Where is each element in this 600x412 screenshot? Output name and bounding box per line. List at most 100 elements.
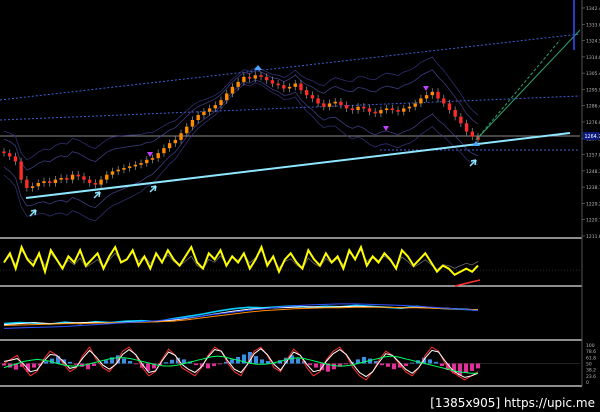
candle-body — [190, 120, 195, 127]
hist-bar — [253, 356, 259, 364]
candle-body — [299, 83, 303, 91]
candle-body — [30, 186, 35, 188]
candle-body — [59, 178, 63, 180]
candle-body — [87, 179, 92, 183]
candle-body — [122, 168, 126, 170]
candle-body — [219, 100, 223, 106]
candle-body — [99, 179, 103, 185]
candle-body — [247, 76, 252, 79]
candle-body — [322, 103, 326, 107]
hist-bar — [1, 363, 7, 366]
candle-body — [310, 95, 315, 99]
hist-bar — [463, 363, 469, 373]
candle-body — [253, 75, 257, 79]
hist-bar — [259, 359, 265, 364]
hist-bar — [307, 363, 313, 366]
candle-body — [53, 179, 58, 183]
candle-body — [105, 174, 109, 180]
hist-bar — [265, 361, 271, 364]
candle-body — [76, 174, 80, 177]
candle-body — [145, 159, 149, 164]
candle-body — [139, 163, 143, 165]
candle-body — [407, 106, 412, 109]
price-tick-label: 1276.8 — [586, 120, 600, 126]
candle-body — [293, 83, 297, 87]
hist-bar — [193, 363, 199, 366]
candle-body — [167, 143, 172, 149]
candle-body — [65, 178, 69, 180]
candle-body — [459, 116, 463, 124]
candle-body — [230, 86, 235, 94]
hist-bar — [205, 363, 211, 369]
hist-bar — [295, 358, 301, 364]
candle-body — [173, 139, 178, 144]
hist-bar — [121, 358, 127, 364]
price-tick-label: 1211.6 — [586, 234, 600, 240]
price-tick-label: 1286.4 — [586, 104, 600, 110]
hist-bar — [67, 361, 73, 364]
candle-body — [344, 105, 349, 109]
price-tick-label: 1314.0 — [586, 55, 600, 61]
candle-body — [402, 108, 406, 112]
candle-body — [133, 164, 138, 167]
candle-body — [19, 161, 23, 180]
candle-body — [424, 95, 429, 99]
hist-tick-label: 78.6 — [586, 349, 596, 355]
candle-body — [373, 111, 377, 114]
candle-body — [225, 93, 229, 101]
candle-body — [110, 171, 115, 175]
hist-bar — [343, 363, 349, 365]
hist-bar — [433, 361, 439, 364]
candle-body — [419, 98, 423, 104]
price-tick-label: 1305.4 — [586, 71, 600, 77]
candle-body — [384, 108, 389, 111]
price-tick-label: 1257.8 — [586, 153, 600, 159]
candle-body — [179, 133, 183, 140]
candle-body — [339, 101, 343, 106]
candle-body — [213, 105, 217, 109]
hist-bar — [469, 363, 475, 371]
hist-bar — [403, 363, 409, 366]
candle-body — [8, 153, 12, 157]
candle-body — [2, 151, 6, 154]
hist-tick-label: 38.2 — [586, 368, 596, 374]
candle-body — [150, 158, 155, 160]
candle-body — [350, 108, 355, 111]
hist-bar — [457, 363, 463, 375]
candle-body — [236, 81, 240, 87]
watermark-text: [1385x905] https://upic.me — [428, 396, 597, 410]
candle-body — [287, 86, 292, 89]
candle-body — [265, 76, 269, 81]
candle-body — [259, 75, 263, 77]
candle-body — [116, 169, 120, 172]
price-tick-label: 1295.9 — [586, 87, 600, 93]
hist-bar — [229, 359, 235, 364]
candle-body — [470, 131, 474, 137]
candle-body — [242, 76, 246, 82]
price-tick-label: 1248.3 — [586, 169, 600, 175]
candle-body — [196, 115, 200, 120]
hist-bar — [31, 363, 37, 368]
hist-bar — [331, 363, 337, 370]
hist-bar — [91, 363, 97, 366]
price-tick-label: 1342.4 — [586, 6, 600, 12]
hist-bar — [391, 363, 397, 370]
candle-body — [70, 174, 75, 180]
candle-body — [362, 106, 366, 109]
candle-body — [47, 181, 52, 183]
candle-body — [282, 85, 286, 89]
hist-bar — [43, 361, 49, 364]
hist-tick-label: 100 — [586, 343, 595, 349]
hist-bar — [385, 363, 391, 367]
hist-tick-label: 50 — [586, 362, 592, 368]
hist-tick-label: 23.6 — [586, 374, 596, 380]
candle-body — [356, 106, 360, 111]
candle-body — [185, 126, 189, 134]
candle-body — [25, 179, 29, 188]
hist-bar — [313, 363, 319, 368]
hist-bar — [409, 362, 415, 364]
candle-body — [156, 153, 160, 159]
price-tick-label: 1229.2 — [586, 201, 600, 207]
price-tick-label: 1333.0 — [586, 22, 600, 28]
candle-body — [327, 103, 332, 107]
